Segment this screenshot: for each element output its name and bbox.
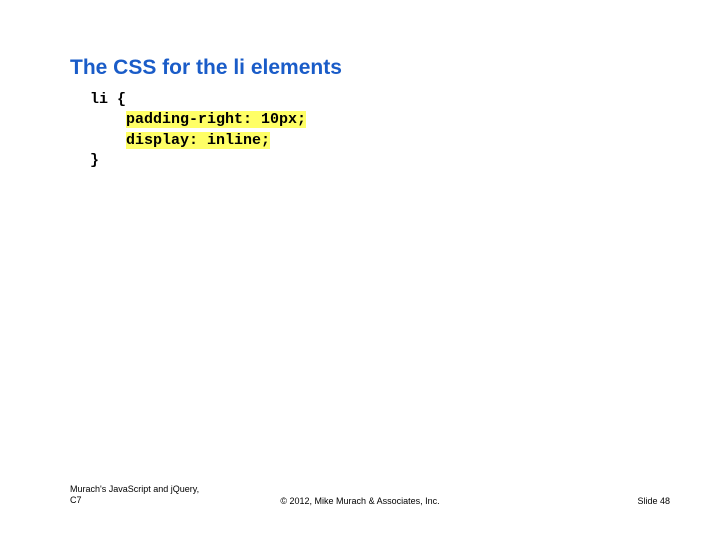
footer-copyright: © 2012, Mike Murach & Associates, Inc. (280, 496, 439, 506)
code-indent-3 (90, 132, 126, 149)
slide-title: The CSS for the li elements (70, 56, 342, 80)
code-line-4: } (90, 151, 306, 171)
footer-slide-number: Slide 48 (637, 496, 670, 506)
code-line-3: display: inline; (90, 131, 306, 151)
footer-book-title: Murach's JavaScript and jQuery, (70, 484, 199, 495)
footer-left: Murach's JavaScript and jQuery, C7 (70, 484, 199, 506)
code-line-1: li { (90, 90, 306, 110)
footer-chapter: C7 (70, 495, 199, 506)
code-highlight-padding: padding-right: 10px; (126, 111, 306, 128)
code-highlight-display: display: inline; (126, 132, 270, 149)
code-block: li { padding-right: 10px; display: inlin… (90, 90, 306, 171)
code-indent-2 (90, 111, 126, 128)
code-line-2: padding-right: 10px; (90, 110, 306, 130)
